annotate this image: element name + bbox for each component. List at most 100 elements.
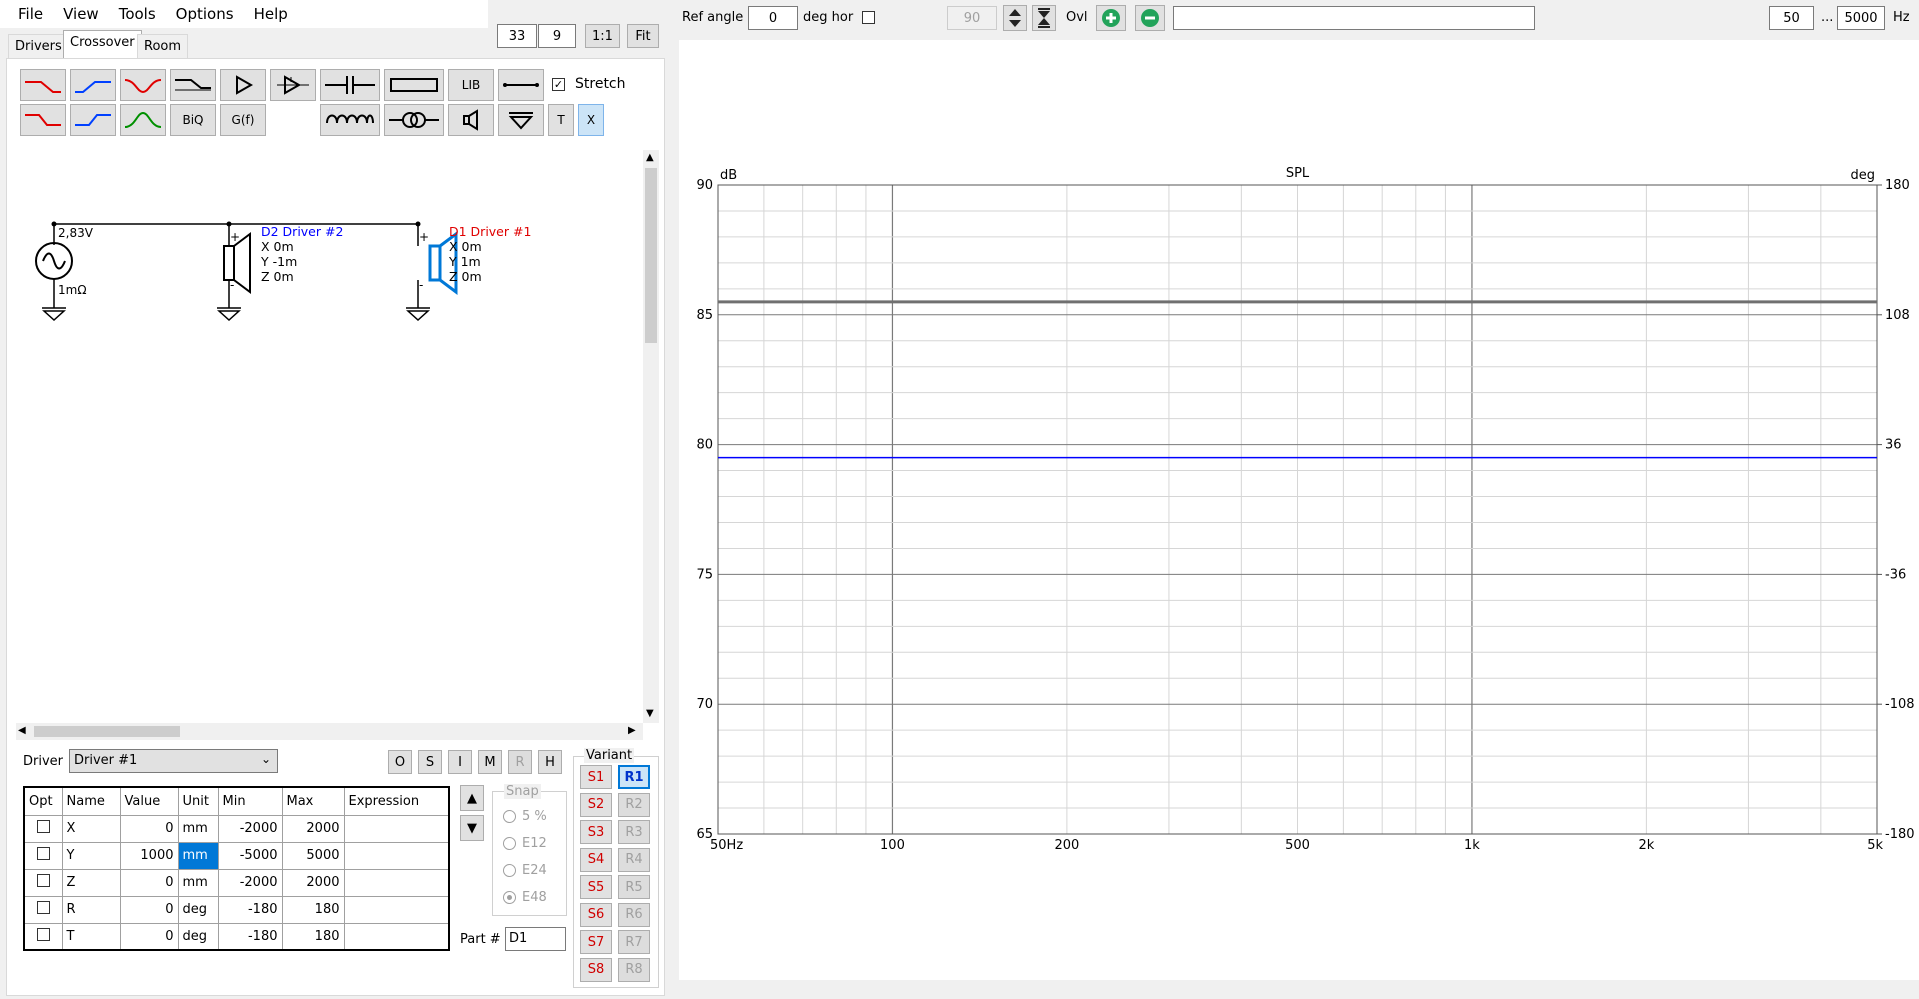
row-unit[interactable]: mm xyxy=(177,814,219,843)
part-input[interactable]: D1 xyxy=(505,927,566,951)
row-unit[interactable]: deg xyxy=(177,922,219,951)
variant-r2-button[interactable]: R2 xyxy=(618,792,650,817)
variant-s2-button[interactable]: S2 xyxy=(580,792,612,817)
row-value[interactable]: 0 xyxy=(119,895,179,924)
transformer-button[interactable] xyxy=(384,104,444,136)
add-overlay-button[interactable] xyxy=(1096,5,1126,31)
row-min[interactable]: -5000 xyxy=(217,841,283,870)
driver-select[interactable]: Driver #1 ⌄ xyxy=(69,749,278,773)
move-down-button[interactable]: ▼ xyxy=(460,815,484,841)
variant-r6-button[interactable]: R6 xyxy=(618,902,650,927)
canvas-vertical-scrollbar[interactable]: ▲ ▼ xyxy=(643,150,659,723)
m-button[interactable]: M xyxy=(478,750,502,774)
table-row[interactable]: T 0 deg -180 180 xyxy=(23,922,450,951)
menu-help[interactable]: Help xyxy=(248,5,302,23)
resistor-button[interactable] xyxy=(384,69,444,101)
table-row[interactable]: Y 1000 mm -5000 5000 xyxy=(23,841,450,870)
inductor-button[interactable] xyxy=(320,104,380,136)
h-button[interactable]: H xyxy=(538,750,562,774)
row-min[interactable]: -2000 xyxy=(217,868,283,897)
variant-s1-button[interactable]: S1 xyxy=(580,765,612,789)
menu-view[interactable]: View xyxy=(57,5,113,23)
lowpass-black-button[interactable] xyxy=(170,69,216,101)
lowpass2-red-button[interactable] xyxy=(20,104,66,136)
d1-label[interactable]: D1 Driver #1 X 0m Y 1m Z 0m xyxy=(449,224,531,284)
variant-r3-button[interactable]: R3 xyxy=(618,820,650,844)
table-row[interactable]: Z 0 mm -2000 2000 xyxy=(23,868,450,897)
row-max[interactable]: 2000 xyxy=(281,814,345,843)
table-row[interactable]: R 0 deg -180 180 xyxy=(23,895,450,924)
wire-button[interactable] xyxy=(498,69,544,101)
amplifier-button[interactable] xyxy=(220,69,266,101)
d2-label[interactable]: D2 Driver #2 X 0m Y -1m Z 0m xyxy=(261,224,343,284)
vertical-scroll-thumb[interactable] xyxy=(645,168,657,343)
row-expression[interactable] xyxy=(343,922,450,951)
spl-max-checkbox[interactable] xyxy=(862,11,875,28)
s-button[interactable]: S xyxy=(418,750,442,774)
bandpass-green-button[interactable] xyxy=(120,104,166,136)
snap-option-e12[interactable]: E12 xyxy=(503,836,547,851)
spin-collapse-button[interactable] xyxy=(1032,5,1056,31)
zoom-b-input[interactable]: 9 xyxy=(538,24,576,48)
canvas-horizontal-scrollbar[interactable]: ◀ ▶ xyxy=(16,723,643,740)
tab-room[interactable]: Room xyxy=(137,34,189,58)
ref-angle-input[interactable]: 0 xyxy=(748,6,798,30)
row-expression[interactable] xyxy=(343,814,450,843)
variant-r4-button[interactable]: R4 xyxy=(618,847,650,872)
variant-s3-button[interactable]: S3 xyxy=(580,820,612,844)
menu-file[interactable]: File xyxy=(12,5,57,23)
d2-speaker[interactable] xyxy=(223,245,235,281)
table-row[interactable]: X 0 mm -2000 2000 xyxy=(23,814,450,843)
row-min[interactable]: -180 xyxy=(217,922,283,951)
freq-max-input[interactable]: 5000 xyxy=(1837,6,1885,30)
opt-checkbox[interactable] xyxy=(23,922,63,951)
row-max[interactable]: 180 xyxy=(281,895,345,924)
notch-red-button[interactable] xyxy=(120,69,166,101)
freq-min-input[interactable]: 50 xyxy=(1769,6,1814,30)
variant-r7-button[interactable]: R7 xyxy=(618,930,650,954)
schematic-canvas[interactable]: 2,83V 1mΩ + - D2 Driver #2 X 0m Y -1m Z … xyxy=(16,150,643,723)
variant-r8-button[interactable]: R8 xyxy=(618,957,650,982)
snap-option-e48[interactable]: E48 xyxy=(503,890,547,905)
row-max[interactable]: 2000 xyxy=(281,868,345,897)
text-button[interactable]: T xyxy=(548,104,574,136)
buffer-button[interactable] xyxy=(270,69,316,101)
row-unit[interactable]: mm xyxy=(177,841,219,870)
r-button[interactable]: R xyxy=(508,750,532,774)
row-unit[interactable]: deg xyxy=(177,895,219,924)
variant-r1-button[interactable]: R1 xyxy=(618,765,650,789)
menu-options[interactable]: Options xyxy=(170,5,248,23)
spl-max-input[interactable]: 90 xyxy=(947,6,997,30)
snap-option-e24[interactable]: E24 xyxy=(503,863,547,878)
opt-checkbox[interactable] xyxy=(23,841,63,870)
spin-updown-button[interactable] xyxy=(1003,5,1027,31)
scroll-left-icon[interactable]: ◀ xyxy=(18,725,26,736)
overlay-input[interactable] xyxy=(1173,6,1535,30)
remove-overlay-button[interactable] xyxy=(1135,5,1165,31)
highpass2-blue-button[interactable] xyxy=(70,104,116,136)
row-unit[interactable]: mm xyxy=(177,868,219,897)
zoom-fit-button[interactable]: Fit xyxy=(627,24,659,48)
highpass-blue-button[interactable] xyxy=(70,69,116,101)
opt-checkbox[interactable] xyxy=(23,895,63,924)
ground-button[interactable] xyxy=(498,104,544,136)
move-up-button[interactable]: ▲ xyxy=(460,785,484,811)
row-expression[interactable] xyxy=(343,841,450,870)
zoom-one-to-one-button[interactable]: 1:1 xyxy=(585,24,620,48)
row-min[interactable]: -2000 xyxy=(217,814,283,843)
row-value[interactable]: 1000 xyxy=(119,841,179,870)
zoom-a-input[interactable]: 33 xyxy=(497,24,537,48)
tab-drivers[interactable]: Drivers xyxy=(8,34,69,58)
row-min[interactable]: -180 xyxy=(217,895,283,924)
scroll-up-icon[interactable]: ▲ xyxy=(646,152,654,163)
row-expression[interactable] xyxy=(343,895,450,924)
tab-crossover[interactable]: Crossover xyxy=(63,30,142,59)
library-button[interactable]: LIB xyxy=(448,69,494,101)
lowpass-red-button[interactable] xyxy=(20,69,66,101)
row-expression[interactable] xyxy=(343,868,450,897)
variant-s6-button[interactable]: S6 xyxy=(580,902,612,927)
snap-option-5pct[interactable]: 5 % xyxy=(503,809,547,824)
variant-s7-button[interactable]: S7 xyxy=(580,930,612,954)
stretch-checkbox[interactable] xyxy=(552,77,565,92)
i-button[interactable]: I xyxy=(448,750,472,774)
